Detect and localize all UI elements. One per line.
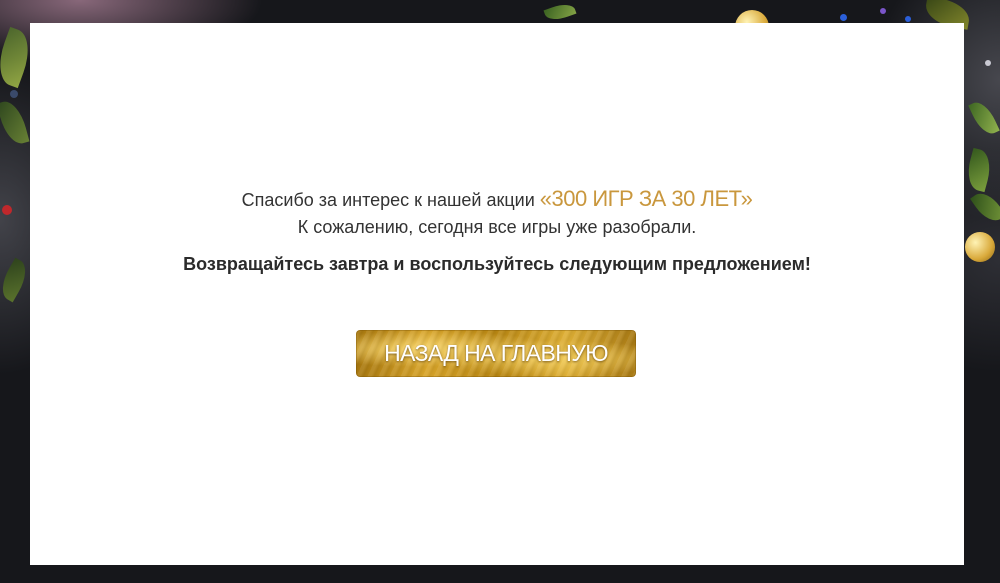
message-block: Спасибо за интерес к нашей акции «300 ИГ… bbox=[30, 185, 964, 278]
gold-coin-decoration bbox=[965, 232, 995, 262]
confetti-decoration bbox=[840, 14, 847, 21]
promo-name: «300 ИГР ЗА 30 ЛЕТ» bbox=[539, 186, 753, 211]
berry-decoration bbox=[2, 205, 12, 215]
berry-decoration bbox=[10, 90, 18, 98]
confetti-decoration bbox=[880, 8, 886, 14]
leaf-decoration bbox=[963, 147, 995, 193]
leaf-decoration bbox=[970, 187, 1000, 227]
leaf-decoration bbox=[543, 0, 577, 24]
come-back-line: Возвращайтесь завтра и воспользуйтесь сл… bbox=[183, 254, 811, 274]
confetti-decoration bbox=[985, 60, 991, 66]
info-card: Спасибо за интерес к нашей акции «300 ИГ… bbox=[30, 23, 964, 565]
back-to-home-button[interactable]: НАЗАД НА ГЛАВНУЮ bbox=[356, 330, 636, 377]
leaf-decoration bbox=[0, 257, 33, 303]
leaf-decoration bbox=[0, 97, 30, 148]
thanks-line: Спасибо за интерес к нашей акции «300 ИГ… bbox=[30, 185, 964, 214]
thanks-text: Спасибо за интерес к нашей акции bbox=[241, 190, 540, 210]
confetti-decoration bbox=[905, 16, 911, 22]
leaf-decoration bbox=[968, 97, 1000, 139]
sold-out-line: К сожалению, сегодня все игры уже разобр… bbox=[297, 217, 697, 237]
